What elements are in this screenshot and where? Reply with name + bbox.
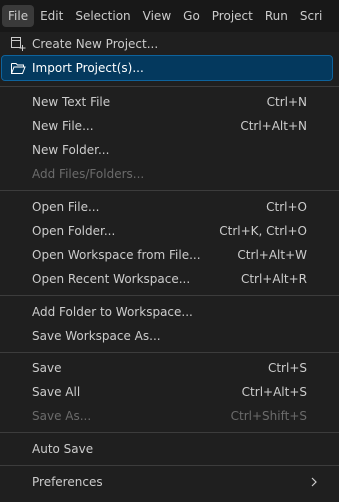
file-menu: Create New Project... Import Project(s).… — [0, 32, 339, 501]
menubar-edit[interactable]: Edit — [34, 5, 69, 27]
keybinding: Ctrl+Alt+S — [241, 385, 307, 399]
menu-item-label: Open File... — [32, 200, 100, 214]
menu-item-open-folder[interactable]: Open Folder... Ctrl+K, Ctrl+O — [2, 219, 332, 243]
new-project-icon — [10, 36, 26, 52]
menubar-run[interactable]: Run — [259, 5, 294, 27]
menu-item-label: New Folder... — [32, 143, 110, 157]
menu-separator — [0, 432, 339, 433]
menu-item-label: Add Folder to Workspace... — [32, 305, 193, 319]
menu-item-label: Add Files/Folders... — [32, 167, 145, 181]
menu-separator — [0, 190, 339, 191]
menu-item-label: Save Workspace As... — [32, 329, 161, 343]
menu-item-label: Save — [32, 361, 62, 375]
menubar-file[interactable]: File — [2, 5, 35, 27]
menu-item-label: Save All — [32, 385, 81, 399]
menu-item-label: Preferences — [32, 475, 103, 489]
keybinding: Ctrl+K, Ctrl+O — [219, 224, 307, 238]
menubar-script[interactable]: Scri — [294, 5, 328, 27]
menu-item-label: Save As... — [32, 409, 92, 423]
menu-item-preferences[interactable]: Preferences — [2, 470, 332, 494]
menu-bar: File Edit Selection View Go Project Run … — [0, 0, 339, 32]
keybinding: Ctrl+Alt+W — [237, 248, 307, 262]
menubar-go[interactable]: Go — [177, 5, 206, 27]
menu-item-open-workspace[interactable]: Open Workspace from File... Ctrl+Alt+W — [2, 243, 332, 267]
menu-separator — [0, 465, 339, 466]
menu-item-label: New Text File — [32, 95, 111, 109]
keybinding: Ctrl+S — [267, 361, 307, 375]
menu-item-save-workspace-as[interactable]: Save Workspace As... — [2, 324, 332, 348]
menu-item-create-new-project[interactable]: Create New Project... — [2, 32, 332, 56]
menu-item-auto-save[interactable]: Auto Save — [2, 437, 332, 461]
menubar-selection[interactable]: Selection — [69, 5, 136, 27]
chevron-right-icon — [310, 470, 318, 502]
menubar-project[interactable]: Project — [206, 5, 259, 27]
keybinding: Ctrl+Shift+S — [230, 409, 307, 423]
menu-separator — [0, 295, 339, 296]
menu-item-save[interactable]: Save Ctrl+S — [2, 356, 332, 380]
menu-item-label: Open Recent Workspace... — [32, 272, 191, 286]
menu-separator — [0, 86, 339, 87]
menu-item-save-all[interactable]: Save All Ctrl+Alt+S — [2, 380, 332, 404]
menu-item-label: Create New Project... — [32, 37, 159, 51]
menu-item-open-recent-workspace[interactable]: Open Recent Workspace... Ctrl+Alt+R — [2, 267, 332, 291]
folder-open-icon — [10, 60, 26, 76]
menu-item-label: New File... — [32, 119, 94, 133]
menu-item-save-as: Save As... Ctrl+Shift+S — [2, 404, 332, 428]
menu-item-add-files-folders: Add Files/Folders... — [2, 162, 332, 186]
menu-item-new-text-file[interactable]: New Text File Ctrl+N — [2, 90, 332, 114]
menu-item-label: Open Folder... — [32, 224, 116, 238]
keybinding: Ctrl+O — [266, 200, 307, 214]
keybinding: Ctrl+Alt+R — [240, 272, 307, 286]
menubar-view[interactable]: View — [137, 5, 177, 27]
keybinding: Ctrl+N — [266, 95, 307, 109]
menu-item-open-file[interactable]: Open File... Ctrl+O — [2, 195, 332, 219]
menu-item-label: Auto Save — [32, 442, 94, 456]
keybinding: Ctrl+Alt+N — [240, 119, 307, 133]
menu-item-new-folder[interactable]: New Folder... — [2, 138, 332, 162]
menu-item-new-file[interactable]: New File... Ctrl+Alt+N — [2, 114, 332, 138]
menu-separator — [0, 352, 339, 353]
menu-item-add-folder-to-workspace[interactable]: Add Folder to Workspace... — [2, 300, 332, 324]
menu-item-label: Open Workspace from File... — [32, 248, 201, 262]
menu-item-label: Import Project(s)... — [32, 61, 144, 75]
menu-item-import-projects[interactable]: Import Project(s)... — [1, 55, 333, 81]
